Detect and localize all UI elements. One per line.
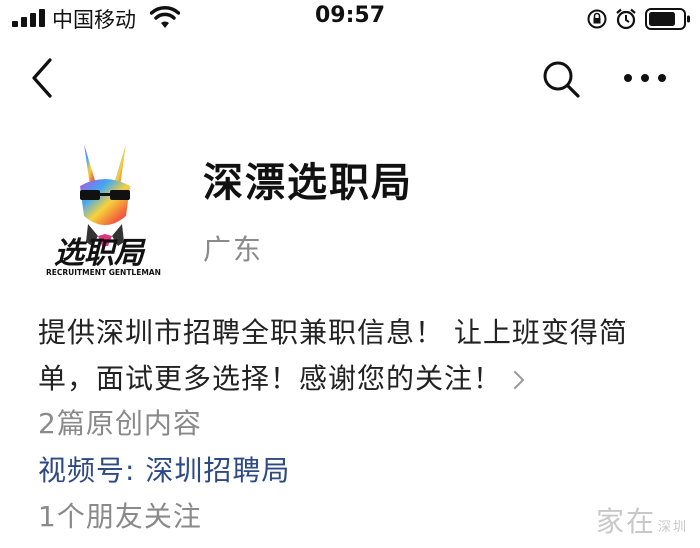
friends-following-count: 1个朋友关注 <box>38 500 202 533</box>
logo-text: 选职局 <box>54 236 146 271</box>
battery-icon <box>645 8 690 30</box>
account-name: 深漂选职局 <box>203 160 413 206</box>
description-text: 提供深圳市招聘全职兼职信息！ 让上班变得简单，面试更多选择！感谢您的关注！ <box>38 316 628 395</box>
more-icon[interactable] <box>622 68 668 88</box>
status-bar: 中国移动 09:57 <box>0 0 700 40</box>
watermark-text: 家在 <box>595 505 656 538</box>
rabbit-mascot-icon <box>80 144 130 246</box>
video-channel-link[interactable]: 视频号: 深圳招聘局 <box>38 449 290 489</box>
original-articles-count: 2篇原创内容 <box>38 407 202 440</box>
chevron-right-icon <box>514 371 525 389</box>
account-description[interactable]: 提供深圳市招聘全职兼职信息！ 让上班变得简单，面试更多选择！感谢您的关注！ <box>38 310 678 402</box>
watermark: 家在 深圳 <box>596 500 688 540</box>
alarm-icon <box>616 8 636 30</box>
rotation-lock-icon <box>587 9 607 29</box>
back-icon[interactable] <box>28 56 58 100</box>
account-avatar[interactable]: 选职局 RECRUITMENT GENTLEMAN <box>40 138 170 278</box>
logo-subtext: RECRUITMENT GENTLEMAN <box>46 268 161 277</box>
watermark-small: 深圳 <box>657 520 688 535</box>
nav-bar <box>0 48 700 108</box>
search-icon[interactable] <box>540 58 582 100</box>
account-region: 广东 <box>203 233 264 266</box>
